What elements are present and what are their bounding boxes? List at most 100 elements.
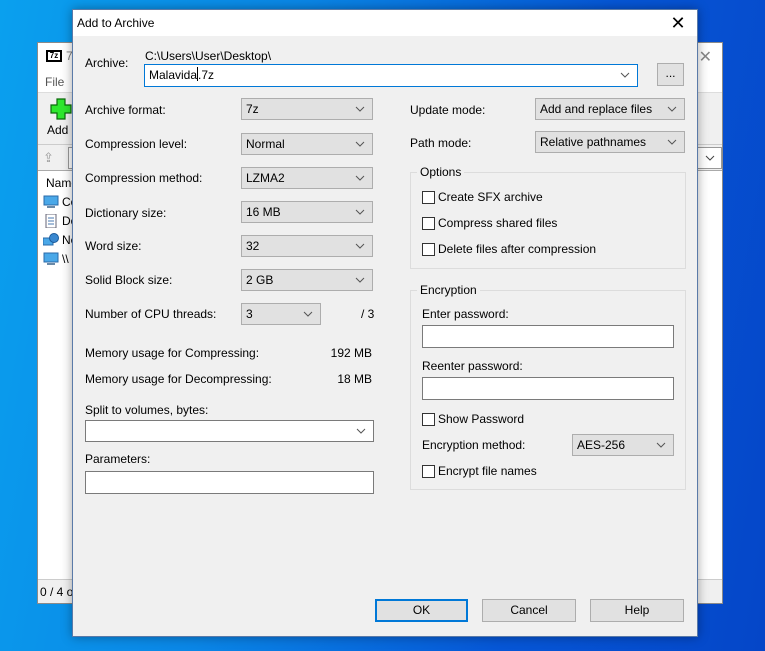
checkbox-box[interactable] xyxy=(422,242,435,256)
path-mode-select[interactable]: Relative pathnames xyxy=(535,131,685,153)
dictionary-size-select[interactable]: 16 MB xyxy=(241,201,373,223)
checkbox-box[interactable] xyxy=(422,464,435,478)
split-volumes-combobox[interactable] xyxy=(85,420,374,442)
chevron-down-icon xyxy=(666,99,678,119)
folder-up-icon[interactable]: ⇪ xyxy=(43,150,59,166)
checkbox-box[interactable] xyxy=(422,216,435,230)
reenter-password-label: Reenter password: xyxy=(422,359,523,373)
memory-compress-label: Memory usage for Compressing: xyxy=(85,346,260,360)
solid-block-size-label: Solid Block size: xyxy=(85,273,173,287)
chevron-down-icon xyxy=(655,435,667,455)
compress-shared-checkbox[interactable]: Compress shared files xyxy=(422,216,557,230)
checkbox-label: Delete files after compression xyxy=(438,242,597,256)
checkbox-box[interactable] xyxy=(422,412,435,426)
ok-button[interactable]: OK xyxy=(375,599,468,622)
chevron-down-icon xyxy=(354,270,366,290)
parameters-label: Parameters: xyxy=(85,452,151,466)
chevron-down-icon xyxy=(666,132,678,152)
cpu-threads-label: Number of CPU threads: xyxy=(85,307,217,321)
7zip-logo-icon: 7z xyxy=(46,50,62,62)
archive-path: C:\Users\User\Desktop\ xyxy=(145,49,272,63)
encrypt-file-names-checkbox[interactable]: Encrypt file names xyxy=(422,464,537,478)
status-text: 0 / 4 o xyxy=(40,585,74,599)
help-button[interactable]: Help xyxy=(590,599,684,622)
dialog-title: Add to Archive xyxy=(77,16,155,30)
compression-method-value: LZMA2 xyxy=(246,171,285,185)
cpu-threads-max: / 3 xyxy=(361,307,375,321)
chevron-down-icon xyxy=(354,134,366,154)
cancel-button[interactable]: Cancel xyxy=(482,599,576,622)
computer-icon xyxy=(43,252,59,265)
dictionary-size-value: 16 MB xyxy=(246,205,281,219)
update-mode-select[interactable]: Add and replace files xyxy=(535,98,685,120)
archive-ext-text: .7z xyxy=(198,68,215,82)
memory-decompress-label: Memory usage for Decompressing: xyxy=(85,372,272,386)
word-size-value: 32 xyxy=(246,239,260,253)
document-icon xyxy=(45,214,57,228)
dialog-titlebar: Add to Archive ✕ xyxy=(73,10,697,36)
enter-password-label: Enter password: xyxy=(422,307,509,321)
show-password-checkbox[interactable]: Show Password xyxy=(422,412,524,426)
compression-method-select[interactable]: LZMA2 xyxy=(241,167,373,189)
cpu-threads-value: 3 xyxy=(246,307,253,321)
solid-block-size-select[interactable]: 2 GB xyxy=(241,269,373,291)
add-label: Add xyxy=(47,123,69,137)
update-mode-value: Add and replace files xyxy=(540,102,653,116)
word-size-label: Word size: xyxy=(85,239,142,253)
delete-after-checkbox[interactable]: Delete files after compression xyxy=(422,242,596,256)
archive-format-label: Archive format: xyxy=(85,103,166,117)
archive-format-value: 7z xyxy=(246,102,259,116)
solid-block-size-value: 2 GB xyxy=(246,273,274,287)
menu-file[interactable]: File xyxy=(45,75,64,89)
checkbox-label: Compress shared files xyxy=(438,216,558,230)
archive-name-text: Malavida xyxy=(149,68,198,82)
encryption-method-label: Encryption method: xyxy=(422,438,526,452)
word-size-select[interactable]: 32 xyxy=(241,235,373,257)
chevron-down-icon xyxy=(354,236,366,256)
memory-compress-value: 192 MB xyxy=(330,346,372,360)
parameters-input[interactable] xyxy=(85,471,374,494)
compression-level-label: Compression level: xyxy=(85,137,188,151)
memory-decompress-value: 18 MB xyxy=(337,372,372,386)
cpu-threads-select[interactable]: 3 xyxy=(241,303,321,325)
enter-password-input[interactable] xyxy=(422,325,674,348)
address-chevron-down-icon[interactable] xyxy=(705,153,715,164)
encryption-group-title: Encryption xyxy=(417,283,480,297)
compression-level-value: Normal xyxy=(246,137,285,151)
add-plus-icon xyxy=(50,98,72,120)
chevron-down-icon xyxy=(354,99,366,119)
checkbox-label: Create SFX archive xyxy=(438,190,543,204)
checkbox-label: Encrypt file names xyxy=(438,464,537,478)
chevron-down-icon[interactable] xyxy=(355,421,367,441)
close-icon[interactable]: ✕ xyxy=(663,12,693,34)
archive-format-select[interactable]: 7z xyxy=(241,98,373,120)
options-group-title: Options xyxy=(417,165,465,179)
encryption-method-select[interactable]: AES-256 xyxy=(572,434,674,456)
archive-label: Archive: xyxy=(85,56,129,70)
computer-icon xyxy=(43,195,59,208)
add-to-archive-dialog: Add to Archive ✕ Archive: C:\Users\User\… xyxy=(72,9,698,637)
chevron-down-icon xyxy=(354,168,366,188)
path-mode-label: Path mode: xyxy=(410,136,472,150)
options-group: Options Create SFX archive Compress shar… xyxy=(410,165,686,269)
browse-button[interactable]: ... xyxy=(657,63,684,86)
list-item-label: \\ xyxy=(62,252,69,266)
create-sfx-checkbox[interactable]: Create SFX archive xyxy=(422,190,543,204)
chevron-down-icon[interactable] xyxy=(619,65,631,85)
chevron-down-icon xyxy=(302,304,314,324)
checkbox-label: Show Password xyxy=(438,412,525,426)
compression-method-label: Compression method: xyxy=(85,171,203,185)
checkbox-box[interactable] xyxy=(422,190,435,204)
update-mode-label: Update mode: xyxy=(410,103,486,117)
archive-name-combobox[interactable]: Malavida.7z xyxy=(144,64,638,87)
reenter-password-input[interactable] xyxy=(422,377,674,400)
dictionary-size-label: Dictionary size: xyxy=(85,206,167,220)
file-manager-close-icon[interactable]: ✕ xyxy=(699,47,712,67)
network-icon xyxy=(43,233,59,246)
compression-level-select[interactable]: Normal xyxy=(241,133,373,155)
encryption-group: Encryption Enter password: Reenter passw… xyxy=(410,283,686,490)
path-mode-value: Relative pathnames xyxy=(540,135,647,149)
encryption-method-value: AES-256 xyxy=(577,438,626,452)
chevron-down-icon xyxy=(354,202,366,222)
list-item[interactable]: \\ xyxy=(43,250,69,268)
